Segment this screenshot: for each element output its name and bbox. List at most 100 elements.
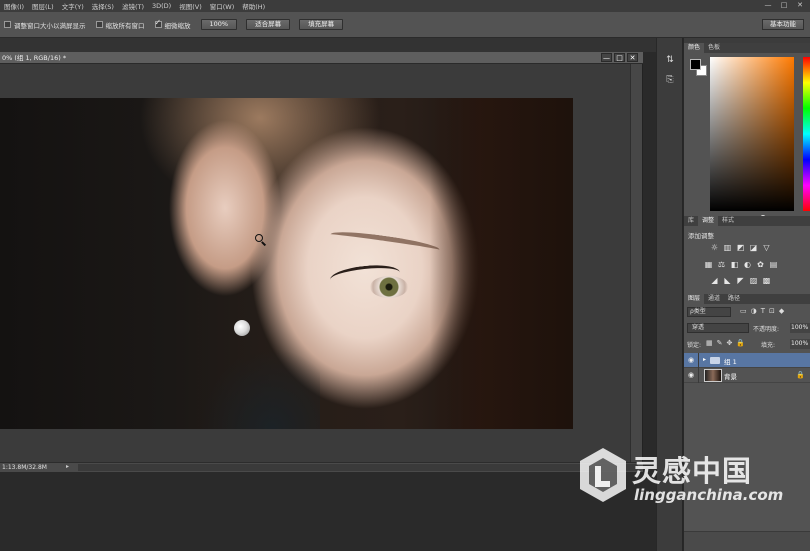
scrubby-zoom-label: 细微缩放: [164, 21, 191, 30]
menu-type[interactable]: 文字(Y): [62, 1, 84, 11]
tab-adjustments[interactable]: 调整: [698, 216, 719, 226]
selective-color-icon[interactable]: ▩: [762, 276, 771, 285]
zoom-all-label: 缩放所有窗口: [105, 21, 145, 30]
posterize-icon[interactable]: ◣: [723, 276, 732, 285]
zoom-100-button[interactable]: 100%: [200, 19, 238, 30]
scrubby-zoom-checkbox[interactable]: [154, 18, 162, 28]
threshold-icon[interactable]: ◤: [736, 276, 745, 285]
lock-all-icon[interactable]: 🔒: [736, 339, 745, 347]
fill-input[interactable]: 100%: [790, 339, 810, 349]
menu-image[interactable]: 图像(I): [4, 1, 24, 11]
tab-libraries[interactable]: 库: [684, 216, 698, 226]
photo-eyebrow: [329, 228, 441, 256]
menu-help[interactable]: 帮助(H): [242, 1, 265, 11]
black-white-icon[interactable]: ◧: [730, 260, 739, 269]
window-controls: — □ ✕: [762, 1, 806, 10]
tab-styles[interactable]: 样式: [718, 216, 738, 226]
watermark: 灵感中国 lingganchina.com: [576, 446, 806, 516]
blend-mode-dropdown[interactable]: 穿透: [687, 323, 749, 333]
eye-icon[interactable]: ◉: [688, 371, 694, 379]
layer-divider: [698, 353, 699, 368]
layers-panel-footer: [684, 531, 810, 551]
curves-icon[interactable]: ◩: [736, 243, 745, 252]
tab-swatches[interactable]: 色板: [704, 43, 724, 53]
tab-layers[interactable]: 图层: [684, 294, 705, 304]
fit-screen-button[interactable]: 适合屏幕: [246, 19, 291, 30]
history-tool-icon[interactable]: ⎘: [664, 74, 676, 86]
color-balance-icon[interactable]: ⚖: [717, 260, 726, 269]
document-close-button[interactable]: ✕: [627, 53, 638, 62]
resize-windows-checkbox[interactable]: [4, 21, 11, 28]
status-menu-arrow-icon[interactable]: ▸: [66, 463, 69, 470]
layer-divider: [698, 368, 699, 383]
photo-pearl-earring: [234, 320, 250, 336]
menu-3d[interactable]: 3D(D): [152, 2, 171, 10]
layer-name[interactable]: 背景: [724, 371, 737, 381]
resize-windows-option[interactable]: 调整窗口大小以满屏显示: [4, 20, 86, 30]
photo-eye: [370, 276, 408, 298]
color-picker-field[interactable]: [710, 57, 794, 221]
minimize-window-button[interactable]: —: [762, 1, 774, 10]
eye-icon[interactable]: ◉: [688, 356, 694, 364]
channel-mixer-icon[interactable]: ✿: [756, 260, 765, 269]
document-window-controls: — □ ✕: [601, 53, 638, 62]
workspace-switcher-button[interactable]: 基本功能: [762, 19, 804, 30]
lock-transparent-icon[interactable]: ▦: [706, 339, 713, 347]
type-filter-icon[interactable]: T: [761, 307, 765, 315]
document-maximize-button[interactable]: □: [614, 53, 625, 62]
document-tab[interactable]: 0% (组 1, RGB/16) *: [0, 52, 643, 64]
chevron-right-icon[interactable]: ▸: [703, 356, 706, 363]
zoom-all-option[interactable]: 缩放所有窗口: [95, 20, 145, 30]
layer-thumbnail: [704, 369, 722, 382]
invert-icon[interactable]: ◢: [710, 276, 719, 285]
layer-name[interactable]: 组 1: [724, 356, 737, 366]
layer-kind-filter-dropdown[interactable]: ρ类型: [687, 307, 731, 317]
opacity-input[interactable]: 100%: [790, 323, 810, 333]
document-size-status: 1:13.8M/32.8M: [2, 464, 47, 471]
menu-layer[interactable]: 图层(L): [32, 1, 54, 11]
lock-image-icon[interactable]: ✎: [717, 339, 723, 347]
photo-face-shadow: [430, 98, 573, 429]
menu-filter[interactable]: 滤镜(T): [122, 1, 144, 11]
tab-color[interactable]: 颜色: [684, 43, 705, 53]
hue-slider[interactable]: [803, 57, 810, 211]
levels-icon[interactable]: ▥: [723, 243, 732, 252]
tab-channels[interactable]: 通道: [704, 294, 724, 304]
maximize-window-button[interactable]: □: [778, 1, 790, 10]
layer-row-group-1[interactable]: ◉ ▸ 组 1: [684, 353, 810, 368]
foreground-color-swatch[interactable]: [690, 59, 701, 70]
layer-row-background[interactable]: ◉ 背景 🔒: [684, 368, 810, 383]
lock-position-icon[interactable]: ✥: [727, 339, 733, 347]
vertical-scrollbar[interactable]: [630, 64, 642, 462]
smart-object-filter-icon[interactable]: ◆: [779, 307, 784, 315]
opacity-label: 不透明度:: [753, 326, 780, 333]
close-window-button[interactable]: ✕: [794, 1, 806, 10]
document-minimize-button[interactable]: —: [601, 53, 612, 62]
photo-filter-icon[interactable]: ◐: [743, 260, 752, 269]
adjustment-filter-icon[interactable]: ◑: [751, 307, 757, 315]
watermark-name: 灵感中国: [632, 454, 753, 488]
vibrance-icon[interactable]: ▽: [762, 243, 771, 252]
lock-icons: ▦ ✎ ✥ 🔒: [706, 339, 745, 347]
scrubby-zoom-option[interactable]: 细微缩放: [154, 18, 191, 30]
menu-view[interactable]: 视图(V): [179, 1, 202, 11]
adjustment-row-1: ☼ ▥ ◩ ◪ ▽: [710, 243, 771, 252]
pixel-filter-icon[interactable]: ▭: [740, 307, 747, 315]
swap-tool-icon[interactable]: ⇅: [664, 54, 676, 66]
menu-window[interactable]: 窗口(W): [210, 1, 235, 11]
lock-icon: 🔒: [796, 371, 805, 379]
portrait-photo[interactable]: [0, 98, 573, 429]
menu-select[interactable]: 选择(S): [92, 1, 114, 11]
zoom-all-checkbox[interactable]: [95, 21, 103, 28]
color-lookup-icon[interactable]: ▤: [769, 260, 778, 269]
horizontal-scrollbar[interactable]: [78, 464, 638, 471]
gradient-map-icon[interactable]: ▨: [749, 276, 758, 285]
exposure-icon[interactable]: ◪: [749, 243, 758, 252]
brightness-contrast-icon[interactable]: ☼: [710, 243, 719, 252]
document-area-gap: [0, 38, 656, 52]
tab-paths[interactable]: 路径: [724, 294, 744, 304]
hue-saturation-icon[interactable]: ▦: [704, 260, 713, 269]
document-tab-title: 0% (组 1, RGB/16) *: [2, 54, 67, 62]
fill-screen-button[interactable]: 填充屏幕: [299, 19, 344, 30]
shape-filter-icon[interactable]: ⊡: [769, 307, 775, 315]
